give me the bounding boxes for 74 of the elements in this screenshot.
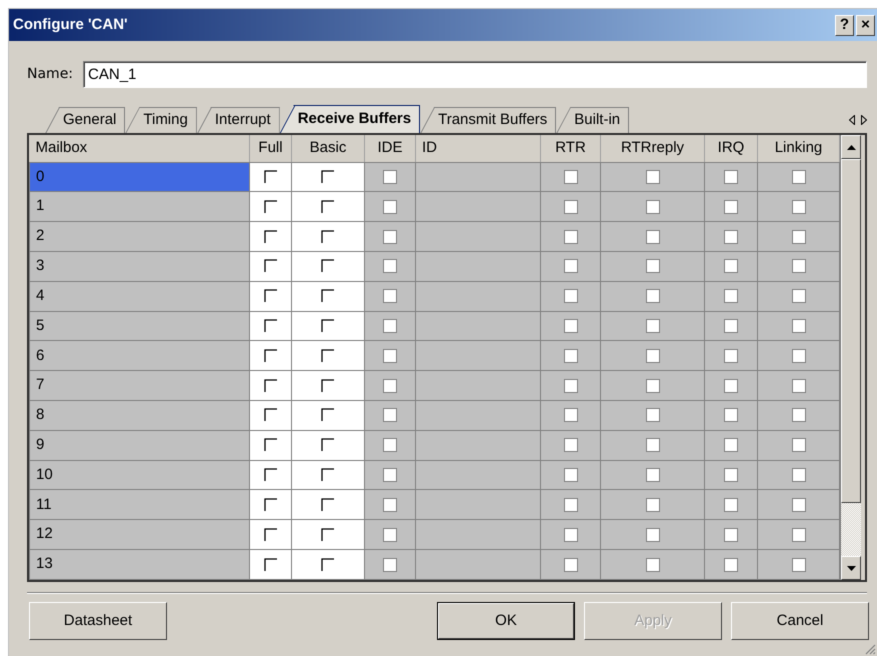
name-field[interactable]: CAN_1 [83,61,867,88]
tab[interactable]: Interrupt [196,107,280,133]
checkbox[interactable] [264,230,278,244]
checkbox[interactable] [321,348,335,363]
table-cell[interactable]: 10 [30,460,250,490]
help-button[interactable]: ? [835,14,854,36]
tab[interactable]: Receive Buffers [280,105,420,133]
tab[interactable]: Built-in [556,107,630,133]
checkbox[interactable] [321,200,335,214]
column-header[interactable]: IDE [364,135,416,162]
checkbox[interactable] [321,230,335,244]
column-header[interactable]: ID [416,135,540,162]
table-cell[interactable]: 6 [30,340,250,371]
tab-scroll-right-button[interactable] [861,115,867,125]
checkbox[interactable] [321,438,335,452]
column-header[interactable]: Mailbox [30,135,250,162]
scroll-up-button[interactable] [841,135,861,159]
checkbox[interactable] [264,408,278,422]
scrollbar-thumb[interactable] [841,159,861,503]
checkbox[interactable] [264,438,278,452]
table-cell[interactable]: 9 [30,430,250,460]
table-cell[interactable]: 1 [30,192,250,222]
checkbox[interactable] [264,378,278,393]
checkbox[interactable] [264,348,278,363]
checkbox[interactable] [264,558,278,572]
column-header[interactable]: RTR [540,135,600,162]
table-cell[interactable]: 4 [30,281,250,312]
checkbox[interactable] [321,498,335,512]
column-header[interactable]: RTRreply [600,135,704,162]
tab[interactable]: Timing [125,107,197,133]
table-cell[interactable]: 8 [30,400,250,430]
checkbox[interactable] [321,468,335,482]
checkbox[interactable] [264,318,278,333]
scrollbar[interactable] [840,135,861,580]
dialog-button[interactable]: Cancel [731,602,869,640]
table-cell[interactable]: 7 [30,370,250,400]
table-cell[interactable]: 13 [30,550,250,580]
down-arrow-icon[interactable] [846,566,856,570]
window-title: Configure 'CAN' [13,14,129,35]
checkbox[interactable] [321,259,335,274]
tab-scroll-left-button[interactable] [849,115,855,125]
checkbox[interactable] [321,318,335,333]
checkbox[interactable] [321,528,335,542]
checkbox[interactable] [264,170,278,184]
resize-grip-icon[interactable] [865,644,876,655]
checkbox[interactable] [321,408,335,422]
table-cell[interactable]: 3 [30,251,250,282]
checkbox[interactable] [321,289,335,304]
column-header[interactable]: IRQ [704,135,758,162]
checkbox[interactable] [321,170,335,184]
checkbox[interactable] [264,498,278,512]
column-header[interactable]: Full [250,135,292,162]
tab[interactable]: General [45,107,126,133]
name-label: Name: [27,65,74,84]
up-arrow-icon[interactable] [846,144,856,150]
table-cell[interactable]: 12 [30,520,250,550]
table-cell[interactable]: 2 [30,222,250,252]
checkbox[interactable] [264,200,278,214]
table-cell[interactable]: 5 [30,311,250,341]
column-header[interactable]: Basic [292,135,364,162]
scroll-down-button[interactable] [841,556,861,580]
checkbox[interactable] [264,528,278,542]
table-cell[interactable]: 0 [30,162,250,192]
checkbox[interactable] [321,558,335,572]
checkbox[interactable] [264,289,278,304]
tab[interactable]: Transmit Buffers [420,107,556,133]
checkbox[interactable] [264,259,278,274]
checkbox[interactable] [264,468,278,482]
dialog-button[interactable]: Datasheet [29,602,167,640]
column-header[interactable]: Linking [758,135,840,162]
checkbox[interactable] [321,378,335,393]
close-button[interactable]: × [856,14,875,36]
dialog-button[interactable]: OK [437,602,575,640]
table-cell[interactable]: 11 [30,490,250,520]
